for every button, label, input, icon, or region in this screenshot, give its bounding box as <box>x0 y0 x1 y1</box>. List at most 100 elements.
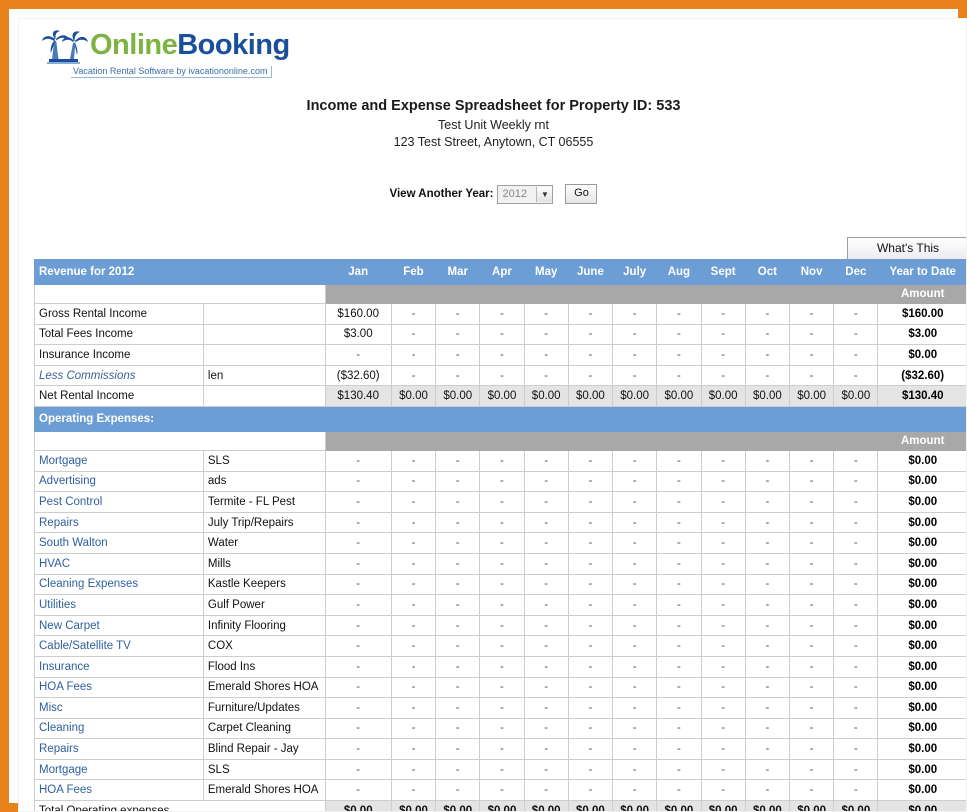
cell-july: - <box>612 303 658 325</box>
cell-year-to-date: $0.00 <box>877 449 966 472</box>
column-header-aug[interactable]: Aug <box>656 259 702 285</box>
row-label-link[interactable]: Utilities <box>34 594 204 616</box>
cell-sept: - <box>700 614 746 637</box>
column-header-apr[interactable]: Apr <box>479 259 525 285</box>
cell-mar: - <box>435 449 481 472</box>
cell-july: - <box>612 655 658 678</box>
year-select[interactable]: 2012 ▼ <box>497 184 554 204</box>
row-vendor: Termite - FL Pest <box>202 491 326 513</box>
cell-jan: $3.00 <box>324 323 392 346</box>
cell-july: - <box>612 323 658 346</box>
column-header-may[interactable]: May <box>523 259 569 285</box>
row-label-link[interactable]: HOA Fees <box>34 779 204 802</box>
cell-sept: - <box>700 635 746 657</box>
brand-logo[interactable]: OnlineBooking Vacation Rental Software b… <box>41 27 309 85</box>
cell-aug: - <box>656 552 702 575</box>
cell-sept: - <box>700 594 746 616</box>
cell-apr: - <box>479 303 525 325</box>
year-selector-row: View Another Year: 2012 ▼ Go <box>19 184 966 204</box>
column-header-dec[interactable]: Dec <box>833 259 879 285</box>
cell-jan: - <box>324 344 392 366</box>
property-address: 123 Test Street, Anytown, CT 06555 <box>393 135 594 149</box>
row-vendor <box>202 344 326 366</box>
cell-oct: - <box>744 676 790 699</box>
cell-oct: - <box>744 779 790 802</box>
cell-sept: - <box>700 491 746 513</box>
row-label-link[interactable]: Advertising <box>34 470 204 493</box>
column-header-feb[interactable]: Feb <box>390 259 437 285</box>
table-row: Mortgage SLS - - - - - - - - - - - - $0.00 <box>34 758 966 781</box>
cell-june: - <box>567 779 614 802</box>
cell-jan: - <box>324 676 392 699</box>
cell-may: $0.00 <box>523 385 569 407</box>
row-label-link[interactable]: Mortgage <box>34 758 204 781</box>
column-header-june[interactable]: June <box>567 259 614 285</box>
row-label-link[interactable]: Mortgage <box>34 449 204 472</box>
cell-mar: - <box>435 676 481 699</box>
cell-sept: - <box>700 303 746 325</box>
cell-year-to-date: $0.00 <box>877 491 966 513</box>
table-row: Total Fees Income $3.00- - - - - - - - - - - $3.00 <box>34 323 966 346</box>
cell-sept: - <box>700 532 746 554</box>
cell-june: - <box>567 717 614 740</box>
cell-june: - <box>567 344 614 366</box>
column-header-jan[interactable]: Jan <box>324 259 392 285</box>
row-label[interactable]: Less Commissions <box>34 364 204 387</box>
cell-june: - <box>567 532 614 554</box>
table-row: Insurance Flood Ins - - - - - - - - - - - - $0.00 <box>34 655 966 678</box>
row-label-link[interactable]: Pest Control <box>34 491 204 513</box>
cell-nov: - <box>788 779 835 802</box>
row-label-link[interactable]: Misc <box>34 697 204 719</box>
table-row: Cleaning Carpet Cleaning - - - - - - - - - - - - $0.00 <box>34 717 966 740</box>
cell-aug: - <box>656 594 702 616</box>
cell-nov: - <box>788 717 835 740</box>
row-label-link[interactable]: Insurance <box>34 655 204 678</box>
section-header-spacer <box>324 405 966 432</box>
cell-july: - <box>612 717 658 740</box>
go-button[interactable]: Go <box>565 184 598 204</box>
table-row: HOA Fees Emerald Shores HOA - - - - - - - - - - - - $0… <box>34 676 966 699</box>
cell-dec: $0.00 <box>833 385 879 407</box>
column-header-july[interactable]: July <box>612 259 658 285</box>
cell-mar: - <box>435 594 481 616</box>
cell-oct: - <box>744 758 790 781</box>
row-label-link[interactable]: Repairs <box>34 738 204 760</box>
cell-sept: - <box>700 655 746 678</box>
row-label-link[interactable]: Cable/Satellite TV <box>34 635 204 657</box>
column-header-amount: Amount <box>877 284 966 304</box>
row-label-link[interactable]: HVAC <box>34 552 204 575</box>
column-header-oct[interactable]: Oct <box>744 259 790 285</box>
cell-apr: - <box>479 738 525 760</box>
cell-year-to-date: $0.00 <box>877 800 966 811</box>
cell-june: - <box>567 573 614 596</box>
row-label-link[interactable]: HOA Fees <box>34 676 204 699</box>
cell-june: - <box>567 364 614 387</box>
cell-year-to-date: $0.00 <box>877 470 966 493</box>
row-label-link[interactable]: South Walton <box>34 532 204 554</box>
cell-june: - <box>567 303 614 325</box>
cell-oct: - <box>744 594 790 616</box>
cell-jan: - <box>324 717 392 740</box>
cell-jan: $130.40 <box>324 385 392 407</box>
whats-this-button[interactable]: What's This <box>847 237 966 261</box>
row-label-link[interactable]: New Carpet <box>34 614 204 637</box>
cell-nov: - <box>788 532 835 554</box>
cell-nov: - <box>788 614 835 637</box>
cell-may: - <box>523 491 569 513</box>
cell-mar: - <box>435 717 481 740</box>
cell-apr: - <box>479 344 525 366</box>
cell-feb: - <box>390 532 437 554</box>
chevron-down-icon: ▼ <box>536 186 553 202</box>
column-header-mar[interactable]: Mar <box>435 259 481 285</box>
cell-year-to-date: $0.00 <box>877 676 966 699</box>
cell-dec: - <box>833 697 879 719</box>
column-header-nov[interactable]: Nov <box>788 259 835 285</box>
row-label-link[interactable]: Cleaning Expenses <box>34 573 204 596</box>
section-title: Operating Expenses: <box>34 405 326 432</box>
cell-sept: - <box>700 717 746 740</box>
column-header-sept[interactable]: Sept <box>700 259 746 285</box>
cell-mar: - <box>435 573 481 596</box>
palm-trees-icon <box>42 30 88 64</box>
row-label-link[interactable]: Repairs <box>34 511 204 534</box>
row-label-link[interactable]: Cleaning <box>34 717 204 740</box>
